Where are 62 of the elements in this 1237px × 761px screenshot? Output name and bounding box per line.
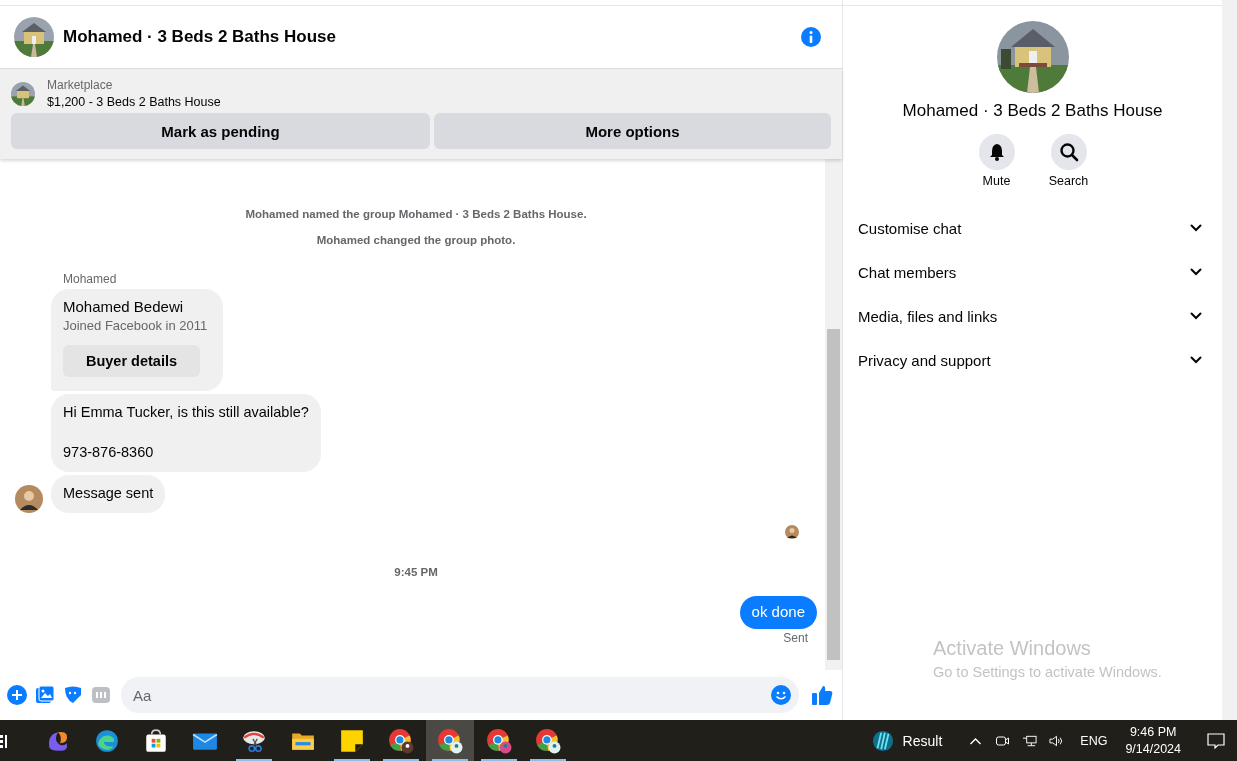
camera-icon[interactable] [995,733,1011,748]
task-view-icon[interactable] [0,732,8,749]
search-icon [1058,142,1079,162]
wave-icon [94,727,120,754]
message-input[interactable]: Aa [121,677,799,713]
activation-text: Go to Settings to activate Windows. [933,664,1163,680]
sender-name: Mohamed [63,272,118,286]
listing-source: Marketplace [47,78,114,92]
section-header[interactable]: Media, files and links [858,294,1208,338]
action-label: Search [1048,174,1089,188]
browser-icon [388,727,414,754]
sticky-note-icon [339,727,365,754]
search-button[interactable] [1050,134,1087,170]
action-label: Mute [982,174,1011,188]
stripes-logo-icon [871,729,894,752]
photo-icon[interactable] [35,685,55,705]
page-scrollbar[interactable] [1222,0,1237,720]
section-header[interactable]: Customise chat [858,206,1208,250]
mute-button[interactable] [978,134,1015,170]
conversation-name: Mohamed · 3 Beds 2 Baths House [902,101,1163,121]
weather-widget[interactable]: Result [871,727,943,754]
activation-title: Activate Windows [933,637,1092,660]
joined-text: Joined Facebook in 2011 [63,317,208,335]
thumbs-up-icon[interactable] [811,684,833,706]
listing-button[interactable]: More options [434,113,831,149]
sticker-icon[interactable] [63,685,83,705]
chevron-icon [1190,224,1202,232]
shopping-bag-icon [143,727,169,754]
widget-label: Result [902,732,943,749]
emoji-icon[interactable] [771,685,791,705]
profile-name: Mohamed Bedewi [63,297,185,317]
chevron-icon [1190,268,1202,276]
avatar [15,485,43,513]
scrollbar[interactable] [825,159,842,670]
clock-time[interactable]: 9:46 PM [1129,723,1177,741]
browser-icon [535,727,561,754]
section-header[interactable]: Chat members [858,250,1208,294]
delivery-status: Sent [783,631,808,645]
taskbar-button[interactable] [426,720,474,761]
message-bubble: Hi Emma Tucker, is this still available? 973-876-8360 [51,394,321,472]
info-icon[interactable] [801,27,821,47]
language-indicator[interactable]: ENG [1080,733,1108,748]
message-bubble: ok done [739,596,817,629]
seen-avatar [785,525,799,539]
timestamp: 9:45 PM [394,566,438,578]
chevron-icon [1190,356,1202,364]
message-bubble: Message sent [51,475,166,513]
buyer-details-button[interactable]: Buyer details [63,345,200,377]
network-icon[interactable] [1022,733,1038,748]
speaker-icon[interactable] [1049,733,1065,748]
clock-date[interactable]: 9/14/2024 [1125,740,1181,758]
plus-icon[interactable] [7,685,27,705]
system-message: Mohamed changed the group photo. [316,234,516,246]
notification-icon[interactable] [1207,732,1225,749]
listing-button[interactable]: Mark as pending [11,113,430,149]
chat-title: Mohamed · 3 Beds 2 Baths House [63,27,337,47]
chevron-icon [1190,312,1202,320]
section-header[interactable]: Privacy and support [858,338,1208,382]
listing-title: $1,200 - 3 Beds 2 Baths House [47,95,221,109]
system-message: Mohamed named the group Mohamed · 3 Beds 2 Baths House. [245,208,587,220]
browser-icon [486,727,512,754]
browser-icon [437,727,463,754]
